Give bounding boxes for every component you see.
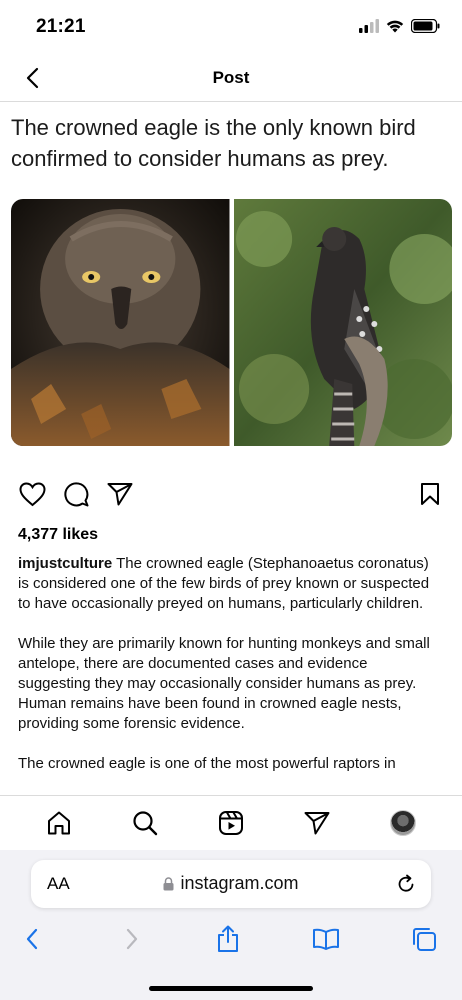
url-text: instagram.com [180,873,299,893]
comment-button[interactable] [62,480,90,508]
nav-home[interactable] [44,808,74,838]
status-icons [359,19,440,33]
send-icon [304,812,330,835]
wifi-icon [386,20,404,33]
chevron-left-icon [26,928,38,950]
reels-icon [219,811,243,835]
post-media[interactable] [11,199,452,446]
post-heading: The crowned eagle is the only known bird… [11,115,416,171]
search-icon [133,811,158,836]
caption-paragraph: While they are primarily known for hunti… [18,635,430,732]
battery-icon [411,19,440,33]
browser-forward-button[interactable] [117,924,147,954]
eagle-perched-photo [233,199,452,446]
browser-chrome: AA instagram.com [0,850,462,1000]
signal-icon [359,19,379,33]
page-title: Post [212,68,250,87]
nav-profile[interactable] [388,808,418,838]
username-link[interactable]: imjustculture [18,555,112,572]
send-icon [107,483,133,506]
like-button[interactable] [18,480,46,508]
post-caption: imjustculture The crowned eagle (Stephan… [18,554,442,794]
tabs-button[interactable] [409,924,439,954]
nav-reels[interactable] [216,808,246,838]
address-bar[interactable]: AA instagram.com [31,860,431,908]
browser-back-button[interactable] [17,924,47,954]
save-button[interactable] [416,480,444,508]
status-bar: 21:21 [0,0,462,54]
bottom-navigation [0,795,462,850]
nav-messages[interactable] [302,808,332,838]
reload-icon [398,874,414,892]
tabs-icon [413,928,436,951]
eagle-face-photo [11,199,230,446]
status-time: 21:21 [36,16,86,37]
likes-count[interactable]: 4,377 likes [18,526,98,544]
avatar [390,810,416,836]
caption-paragraph: imjustculture The crowned eagle (Stephan… [18,554,442,614]
home-indicator [149,986,313,991]
post-actions [18,480,444,508]
reload-button[interactable] [395,873,417,895]
heart-icon [18,481,46,506]
bookmark-icon [421,483,439,505]
comment-icon [64,482,89,507]
nav-search[interactable] [130,808,160,838]
lock-icon [163,876,174,890]
book-icon [313,928,339,950]
home-icon [48,811,70,835]
url-display[interactable]: instagram.com [31,873,431,894]
browser-share-button[interactable] [213,924,243,954]
chevron-right-icon [126,928,138,950]
share-button[interactable] [106,480,134,508]
share-icon [218,925,238,952]
caption-paragraph: The crowned eagle is one of the most pow… [18,755,396,772]
bookmarks-button[interactable] [311,924,341,954]
post-header: Post [0,54,462,102]
